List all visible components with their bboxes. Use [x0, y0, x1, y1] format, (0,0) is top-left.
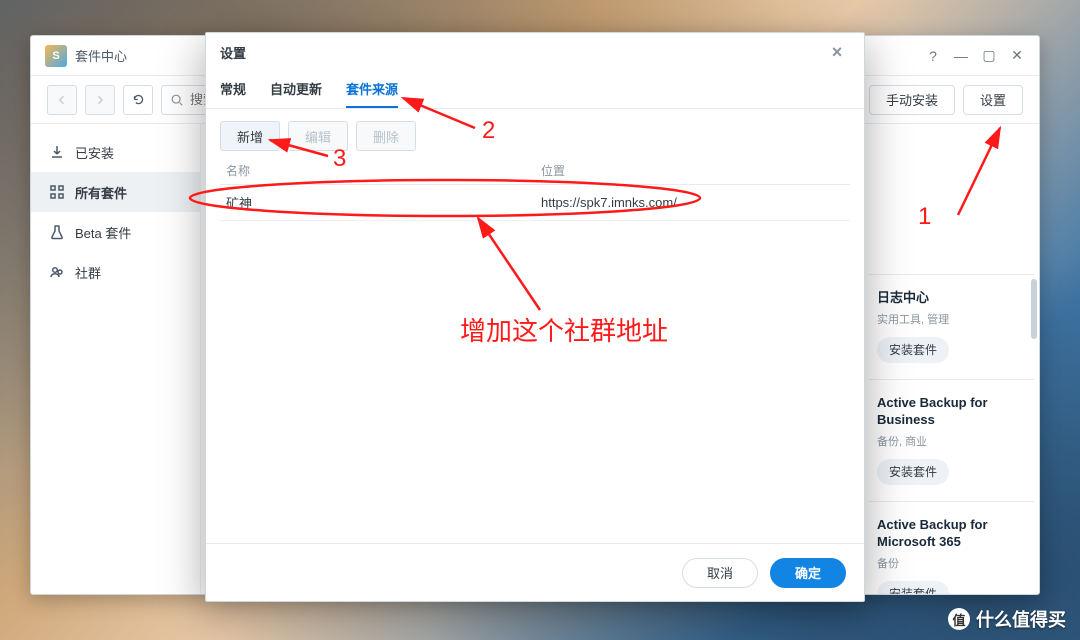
sidebar-item-label: 已安装 [75, 143, 114, 162]
manual-install-button[interactable]: 手动安装 [869, 85, 955, 115]
package-subtitle: 备份, 商业 [877, 433, 1026, 449]
help-button[interactable]: ? [919, 42, 947, 70]
beta-icon [49, 224, 65, 240]
dialog-title: 设置 [220, 43, 246, 62]
search-icon [170, 93, 184, 107]
ok-button[interactable]: 确定 [770, 558, 846, 588]
dialog-body: 新增 编辑 删除 名称 位置 矿神 https://spk7.imnks.com… [206, 109, 864, 543]
cell-location: https://spk7.imnks.com/ [535, 195, 850, 210]
dialog-close-button[interactable]: × [824, 39, 850, 65]
close-button[interactable]: ✕ [1003, 42, 1031, 70]
watermark: 值 什么值得买 [948, 606, 1066, 632]
sidebar-item-label: Beta 套件 [75, 223, 131, 242]
tab-package-sources[interactable]: 套件来源 [346, 71, 398, 108]
sidebar-item-label: 社群 [75, 263, 101, 282]
grid-icon [49, 184, 65, 200]
package-title: 日志中心 [877, 289, 1026, 307]
scrollbar-thumb[interactable] [1031, 279, 1037, 339]
scrollbar[interactable] [1029, 279, 1039, 594]
sidebar-item-label: 所有套件 [75, 183, 127, 202]
watermark-text: 什么值得买 [976, 606, 1066, 632]
minimize-button[interactable]: — [947, 42, 975, 70]
back-button[interactable] [47, 85, 77, 115]
tab-auto-update[interactable]: 自动更新 [270, 71, 322, 108]
sidebar-item-all[interactable]: 所有套件 [31, 172, 200, 212]
column-header-name[interactable]: 名称 [220, 162, 535, 179]
package-card[interactable]: Active Backup for Microsoft 365 备份 安装套件 [869, 501, 1034, 594]
community-icon [49, 264, 65, 280]
cancel-button[interactable]: 取消 [682, 558, 758, 588]
edit-button[interactable]: 编辑 [288, 121, 348, 151]
add-button[interactable]: 新增 [220, 121, 280, 151]
sidebar-item-installed[interactable]: 已安装 [31, 132, 200, 172]
install-button[interactable]: 安装套件 [877, 459, 949, 485]
window-title: 套件中心 [75, 46, 127, 65]
cell-name: 矿神 [220, 193, 535, 212]
table-row[interactable]: 矿神 https://spk7.imnks.com/ [220, 185, 850, 221]
dialog-titlebar: 设置 × [206, 33, 864, 71]
table-header: 名称 位置 [220, 157, 850, 185]
download-icon [49, 144, 65, 160]
delete-button[interactable]: 删除 [356, 121, 416, 151]
package-subtitle: 备份 [877, 555, 1026, 571]
dialog-tabs: 常规 自动更新 套件来源 [206, 71, 864, 109]
settings-button[interactable]: 设置 [963, 85, 1023, 115]
install-button[interactable]: 安装套件 [877, 337, 949, 363]
watermark-badge-icon: 值 [948, 608, 970, 630]
tab-general[interactable]: 常规 [220, 71, 246, 108]
package-card[interactable]: Active Backup for Business 备份, 商业 安装套件 [869, 379, 1034, 501]
dialog-footer: 取消 确定 [206, 543, 864, 601]
refresh-button[interactable] [123, 85, 153, 115]
app-logo-icon: S [45, 45, 67, 67]
package-subtitle: 实用工具, 管理 [877, 311, 1026, 327]
sidebar-item-beta[interactable]: Beta 套件 [31, 212, 200, 252]
maximize-button[interactable]: ▢ [975, 42, 1003, 70]
sidebar: 已安装 所有套件 Beta 套件 社群 [31, 124, 201, 594]
install-button[interactable]: 安装套件 [877, 581, 949, 594]
package-list: 日志中心 实用工具, 管理 安装套件 Active Backup for Bus… [869, 274, 1034, 594]
forward-button[interactable] [85, 85, 115, 115]
settings-dialog: 设置 × 常规 自动更新 套件来源 新增 编辑 删除 名称 位置 矿神 http… [205, 32, 865, 602]
package-title: Active Backup for Business [877, 394, 1026, 429]
sidebar-item-community[interactable]: 社群 [31, 252, 200, 292]
package-card[interactable]: 日志中心 实用工具, 管理 安装套件 [869, 274, 1034, 379]
package-title: Active Backup for Microsoft 365 [877, 516, 1026, 551]
column-header-location[interactable]: 位置 [535, 162, 850, 179]
